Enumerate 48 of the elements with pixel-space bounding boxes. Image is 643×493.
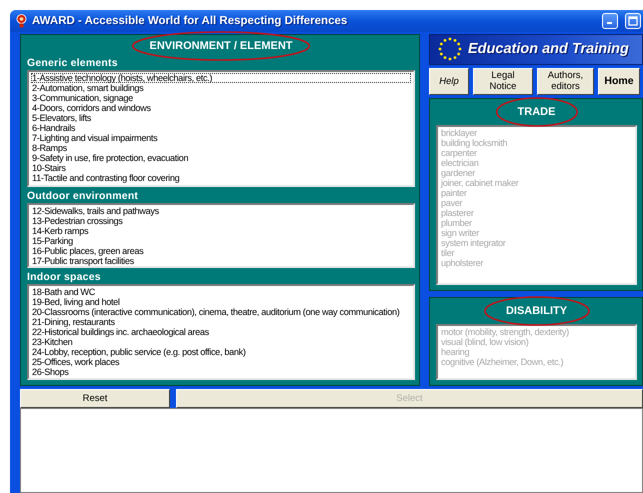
list-item[interactable]: 9-Safety in use, fire protection, evacuation: [31, 152, 411, 163]
output-area[interactable]: [20, 408, 643, 493]
list-item[interactable]: 20-Classrooms (interactive communication), cinema, theatre, auditorium (one way communication): [31, 306, 411, 317]
nav-button[interactable]: Legal Notice: [473, 68, 533, 95]
list-item[interactable]: 16-Public places, green areas: [31, 246, 411, 256]
list-item[interactable]: 14-Kerb ramps: [31, 226, 411, 236]
list-item[interactable]: 13-Pedestrian crossings: [31, 216, 411, 226]
list-item[interactable]: 6-Handrails: [31, 122, 411, 133]
list-item[interactable]: 19-Bed, living and hotel: [31, 296, 411, 307]
nav-button[interactable]: Home: [598, 68, 640, 95]
list-item[interactable]: 5-Elevators, lifts: [31, 112, 411, 123]
banner-title: Education and Training: [468, 41, 629, 58]
maximize-icon: [628, 16, 638, 26]
action-button[interactable]: Reset: [20, 389, 170, 408]
window-title: AWARD - Accessible World for All Respecting Differences: [32, 15, 348, 27]
stars-icon: [438, 37, 462, 62]
list-item[interactable]: 11-Tactile and contrasting floor covering: [31, 172, 411, 183]
list-item[interactable]: 12-Sidewalks, trails and pathways: [31, 206, 411, 216]
list-item[interactable]: 15-Parking: [31, 236, 411, 246]
app-icon: [16, 14, 27, 28]
list-item[interactable]: 10-Stairs: [31, 162, 411, 173]
group-heading: Outdoor environment: [27, 190, 138, 203]
list-item[interactable]: 18-Bath and WC: [31, 286, 411, 297]
minimize-button[interactable]: [602, 13, 618, 29]
list-item[interactable]: 2-Automation, smart buildings: [31, 82, 411, 93]
list-box[interactable]: 12-Sidewalks, trails and pathways 13-Pedestrian crossings 14-Kerb ramps 15-Parking 16-Public places, green areas 17-Public transport facilities: [27, 202, 415, 268]
maximize-button[interactable]: [625, 13, 641, 29]
nav-button[interactable]: Help: [429, 68, 469, 95]
list-item[interactable]: 8-Ramps: [31, 142, 411, 153]
group-heading: Generic elements: [27, 56, 118, 70]
list-item[interactable]: 23-Kitchen: [31, 336, 411, 347]
list-item[interactable]: 3-Communication, signage: [31, 92, 411, 103]
list-item[interactable]: 4-Doors, corridors and windows: [31, 102, 411, 113]
list-item[interactable]: 25-Offices, work places: [31, 356, 411, 367]
group-heading: Indoor spaces: [27, 270, 101, 284]
panel-title: ENVIRONMENT / ELEMENT: [149, 40, 292, 52]
list-item[interactable]: 22-Historical buildings inc. archaeological areas: [31, 326, 411, 337]
list-item[interactable]: 26-Shops: [31, 366, 411, 377]
list-item[interactable]: 7-Lighting and visual impairments: [31, 132, 411, 143]
list-item[interactable]: 17-Public transport facilities: [31, 256, 411, 266]
list-box[interactable]: [27, 70, 415, 187]
list-item[interactable]: 24-Lobby, reception, public service (e.g. post office, bank): [31, 346, 411, 357]
list-item[interactable]: 21-Dining, restaurants: [31, 316, 411, 327]
panel-title: TRADE: [518, 106, 556, 118]
list-item[interactable]: 1-Assistive technology (hoists, wheelchairs, etc.): [31, 72, 411, 83]
nav-button[interactable]: Authors, editors: [537, 68, 594, 95]
list-box[interactable]: [27, 284, 415, 380]
panel-title: DISABILITY: [506, 305, 568, 318]
